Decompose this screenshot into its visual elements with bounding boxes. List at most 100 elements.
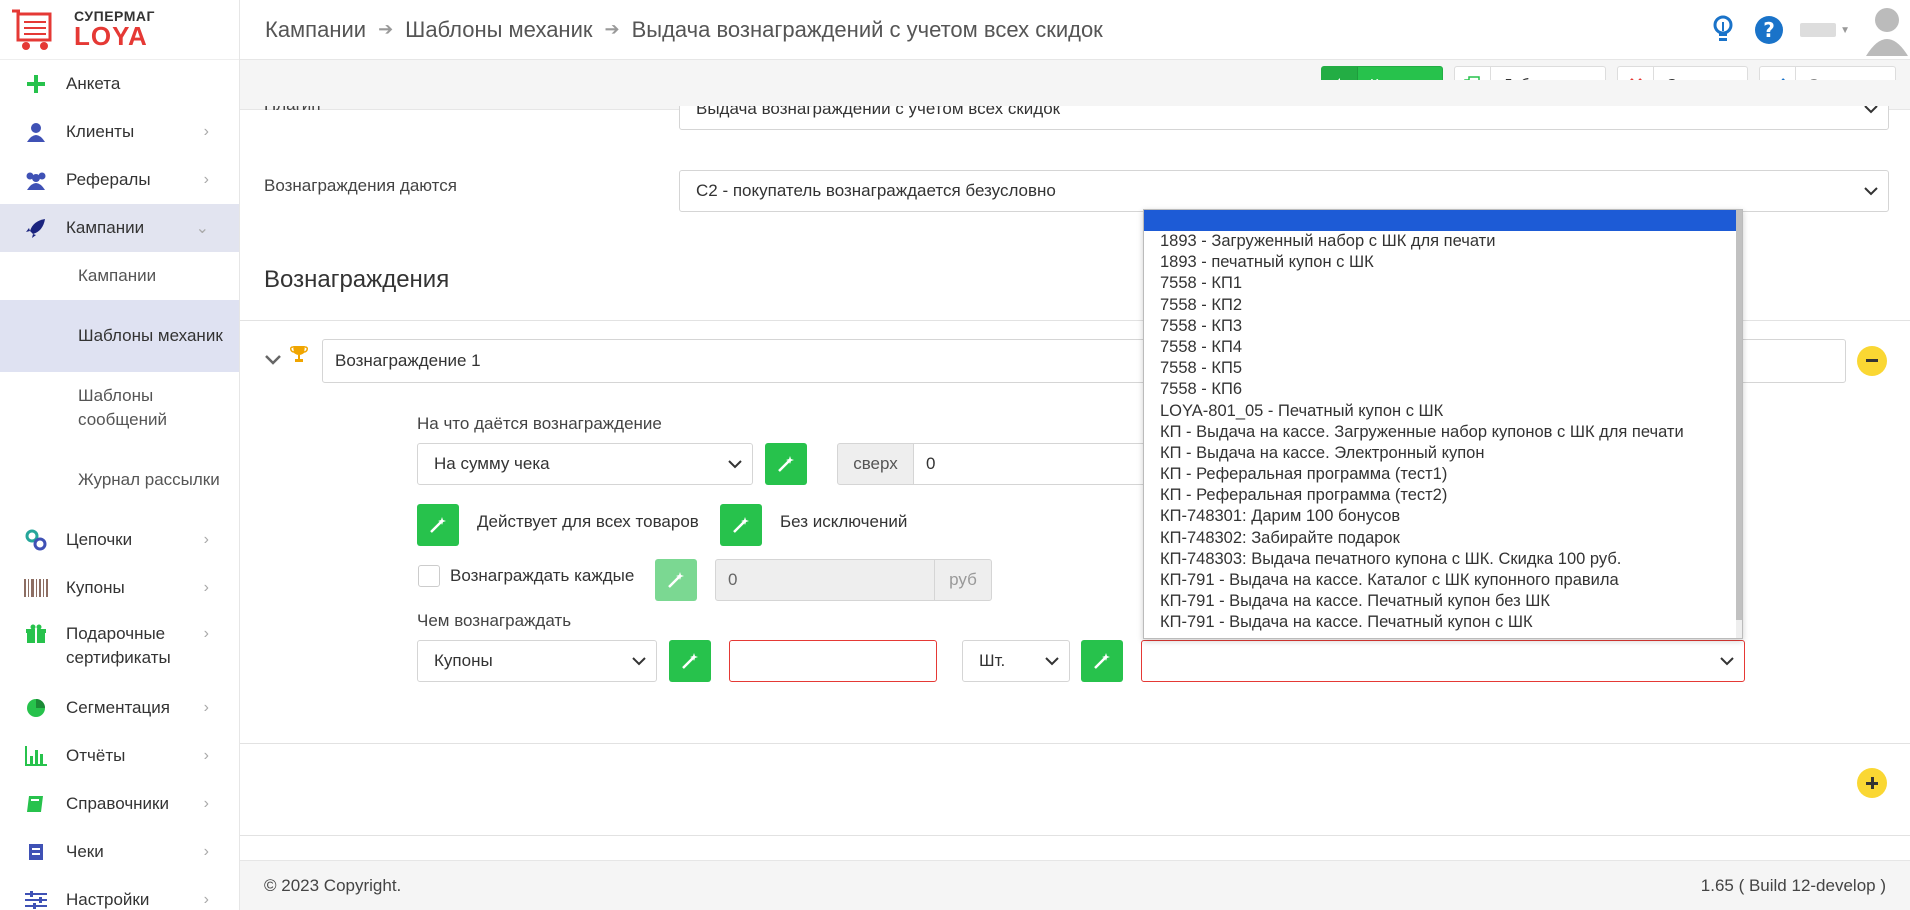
dropdown-option[interactable]: 7558 - КП5 <box>1144 358 1742 379</box>
chevron-right-icon: › <box>203 625 209 642</box>
sidebar-item-label: Рефералы <box>66 170 151 189</box>
caret-down-icon[interactable]: ▼ <box>1840 25 1850 36</box>
sidebar-item-receipts[interactable]: Чеки › <box>0 828 239 876</box>
sidebar-subitem-mechanic-templates[interactable]: Шаблоны механик <box>0 300 239 372</box>
coupon-select[interactable] <box>1141 640 1745 682</box>
sidebar-item-chains[interactable]: Цепочки › <box>0 516 239 564</box>
coupon-dropdown-list[interactable]: 1893 - Загруженный набор с ШК для печати… <box>1143 209 1743 639</box>
scrollbar-thumb[interactable] <box>1736 210 1742 620</box>
dropdown-option[interactable]: 7558 - КП2 <box>1144 295 1742 316</box>
dropdown-option[interactable]: КП-791 - Выдача на кассе. Каталог с ШК к… <box>1144 570 1742 591</box>
sidebar-item-clients[interactable]: Клиенты › <box>0 108 239 156</box>
chevron-down-icon <box>728 454 742 474</box>
sidebar-item-directories[interactable]: Справочники › <box>0 780 239 828</box>
reward-with-label: Чем вознаграждать <box>417 611 572 630</box>
breadcrumb-item-templates[interactable]: Шаблоны механик <box>405 17 592 43</box>
sidebar-subitem-message-templates[interactable]: Шаблоны сообщений <box>0 372 239 444</box>
dropdown-option[interactable]: КП-791 - Выдача на кассе. Печатный купон… <box>1144 612 1742 633</box>
reward-for-label: На что даётся вознаграждение <box>417 414 662 433</box>
sidebar-item-settings[interactable]: Настройки › <box>0 876 239 910</box>
breadcrumb-item-campaigns[interactable]: Кампании <box>265 17 366 43</box>
quantity-unit-select[interactable]: Шт. <box>962 640 1070 682</box>
magic-wand-button[interactable] <box>720 504 762 546</box>
lightbulb-icon[interactable] <box>1712 15 1734 45</box>
sidebar-item-reports[interactable]: Отчёты › <box>0 732 239 780</box>
avatar[interactable] <box>1864 4 1910 56</box>
sidebar-subitem-mailing-log[interactable]: Журнал рассылки <box>0 444 239 516</box>
dropdown-option[interactable]: КП - Реферальная программа (тест1) <box>1144 464 1742 485</box>
link-icon <box>24 528 48 552</box>
dropdown-option[interactable]: 7558 - КП1 <box>1144 273 1742 294</box>
divider <box>240 835 1910 836</box>
chevron-right-icon: › <box>203 699 209 716</box>
coupon-quantity-input[interactable] <box>729 640 937 682</box>
dropdown-option[interactable]: LOYA-801_05 - Печатный купон с ШК <box>1144 401 1742 422</box>
user-icon <box>24 120 48 144</box>
sidebar-item-label: Кампании <box>66 218 145 237</box>
remove-reward-button[interactable] <box>1857 346 1887 376</box>
dropdown-option[interactable]: 7558 - КП6 <box>1144 379 1742 400</box>
breadcrumb-item-current: Выдача вознаграждений с учетом всех скид… <box>631 16 1103 42</box>
help-icon[interactable]: ? <box>1754 15 1784 45</box>
dropdown-option[interactable]: КП-748303: Выдача печатного купона с ШК.… <box>1144 549 1742 570</box>
reward-every-input[interactable]: 0 <box>715 559 935 601</box>
rewards-given-select[interactable]: С2 - покупатель вознаграждается безуслов… <box>679 170 1889 212</box>
section-title: Вознаграждения <box>264 266 450 293</box>
dropdown-option[interactable]: КП-748302: Забирайте подарок <box>1144 528 1742 549</box>
chevron-right-icon: › <box>203 123 209 140</box>
magic-wand-icon <box>682 653 698 669</box>
chevron-right-icon: › <box>203 171 209 188</box>
dropdown-option[interactable]: 7558 - КП4 <box>1144 337 1742 358</box>
magic-wand-button[interactable] <box>655 559 697 601</box>
sidebar-item-label: Чеки <box>66 842 104 861</box>
toolbar-shadow <box>240 80 1910 106</box>
sidebar-item-questionnaire[interactable]: Анкета <box>0 60 239 108</box>
user-name[interactable] <box>1800 23 1837 37</box>
trophy-icon <box>290 345 308 368</box>
sidebar-item-segmentation[interactable]: Сегментация › <box>0 684 239 732</box>
dropdown-option[interactable]: КП-748301: Дарим 100 бонусов <box>1144 506 1742 527</box>
dropdown-option[interactable]: 1893 - печатный купон с ШК <box>1144 252 1742 273</box>
above-addon: сверх <box>837 443 914 485</box>
scrollbar[interactable] <box>1736 210 1742 638</box>
reward-for-select[interactable]: На сумму чека <box>417 443 753 485</box>
no-exceptions-text: Без исключений <box>780 512 908 531</box>
dropdown-option[interactable]: КП - Выдача на кассе. Загруженные набор … <box>1144 422 1742 443</box>
sidebar-subitem-campaigns[interactable]: Кампании <box>0 252 239 300</box>
rocket-icon <box>24 216 48 240</box>
dropdown-option[interactable]: КП - Выдача на кассе. Электронный купон <box>1144 443 1742 464</box>
version: 1.65 ( Build 12-develop ) <box>1700 875 1886 895</box>
users-icon <box>24 168 48 192</box>
reward-with-select[interactable]: Купоны <box>417 640 657 682</box>
dropdown-option[interactable]: КП-791 - Выдача на кассе. Печатный купон… <box>1144 591 1742 612</box>
sidebar-item-coupons[interactable]: Купоны › <box>0 564 239 612</box>
magic-wand-button[interactable] <box>417 504 459 546</box>
dropdown-option[interactable]: 1893 - Загруженный набор с ШК для печати <box>1144 231 1742 252</box>
sidebar-item-label: Клиенты <box>66 122 135 141</box>
chevron-down-icon: ⌄ <box>195 220 209 237</box>
dropdown-option[interactable]: 7558 - КП3 <box>1144 316 1742 337</box>
reward-every-label: Вознаграждать каждые <box>450 566 635 585</box>
chevron-right-icon: › <box>203 843 209 860</box>
chevron-right-icon: › <box>203 891 209 908</box>
dropdown-option-empty-selected[interactable] <box>1144 210 1742 231</box>
reward-every-checkbox[interactable] <box>418 565 440 587</box>
header: Кампании ➔ Шаблоны механик ➔ Выдача возн… <box>240 0 1910 60</box>
dropdown-option[interactable]: КП - Реферальная программа (тест2) <box>1144 485 1742 506</box>
receipt-icon <box>24 840 48 864</box>
bar-chart-icon <box>24 744 48 768</box>
magic-wand-button[interactable] <box>765 443 807 485</box>
chevron-down-icon <box>1045 651 1059 671</box>
add-reward-button[interactable] <box>1857 768 1887 798</box>
magic-wand-button[interactable] <box>1081 640 1123 682</box>
sidebar-item-campaigns[interactable]: Кампании ⌄ <box>0 204 239 252</box>
sidebar-item-gift-certificates[interactable]: Подарочные сертификаты › <box>0 612 239 684</box>
magic-wand-button[interactable] <box>669 640 711 682</box>
chevron-down-icon[interactable] <box>265 350 281 370</box>
sidebar-item-referrals[interactable]: Рефералы › <box>0 156 239 204</box>
sidebar-item-label: Купоны <box>66 578 125 597</box>
brand-bottom: LOYA <box>74 21 148 52</box>
book-icon <box>24 792 48 816</box>
magic-wand-icon <box>668 572 684 588</box>
logo[interactable]: СУПЕРМАГ LOYA <box>0 0 239 60</box>
